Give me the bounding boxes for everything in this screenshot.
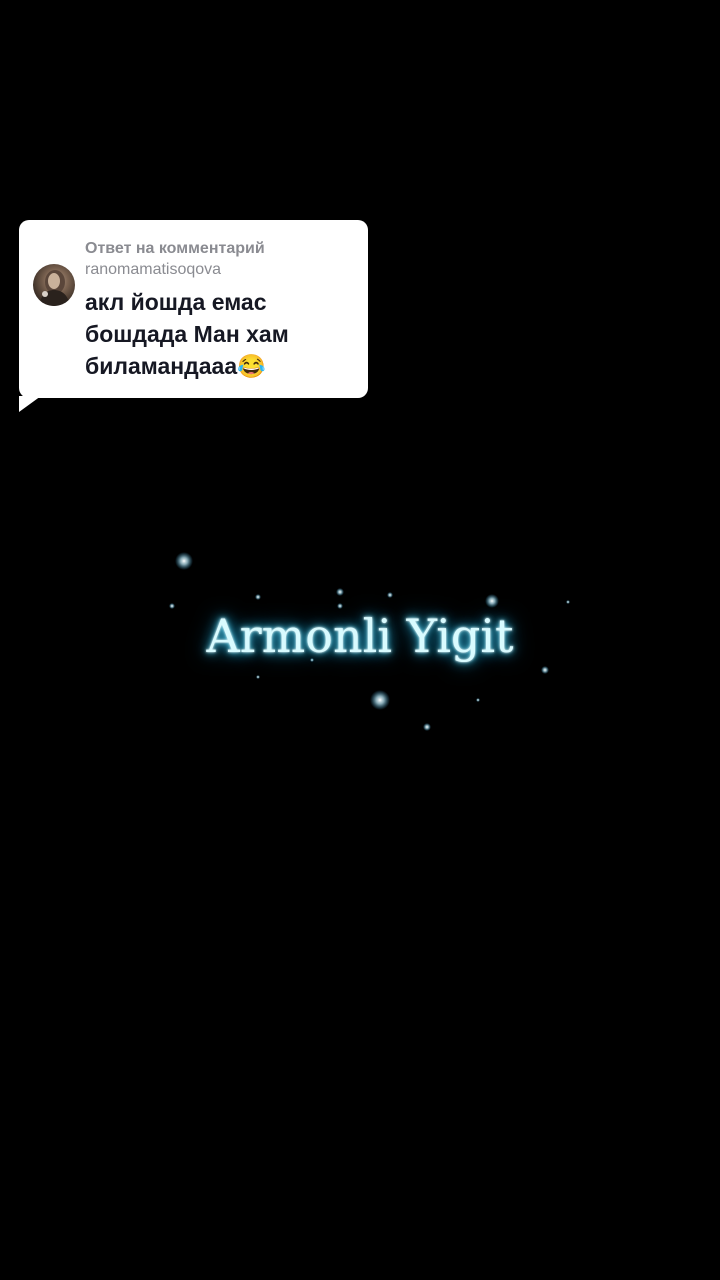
video-screen[interactable]: Ответ на комментарий ranomamatisoqova ак… (0, 0, 720, 1280)
video-title-text: Armonli Yigit (206, 609, 514, 663)
